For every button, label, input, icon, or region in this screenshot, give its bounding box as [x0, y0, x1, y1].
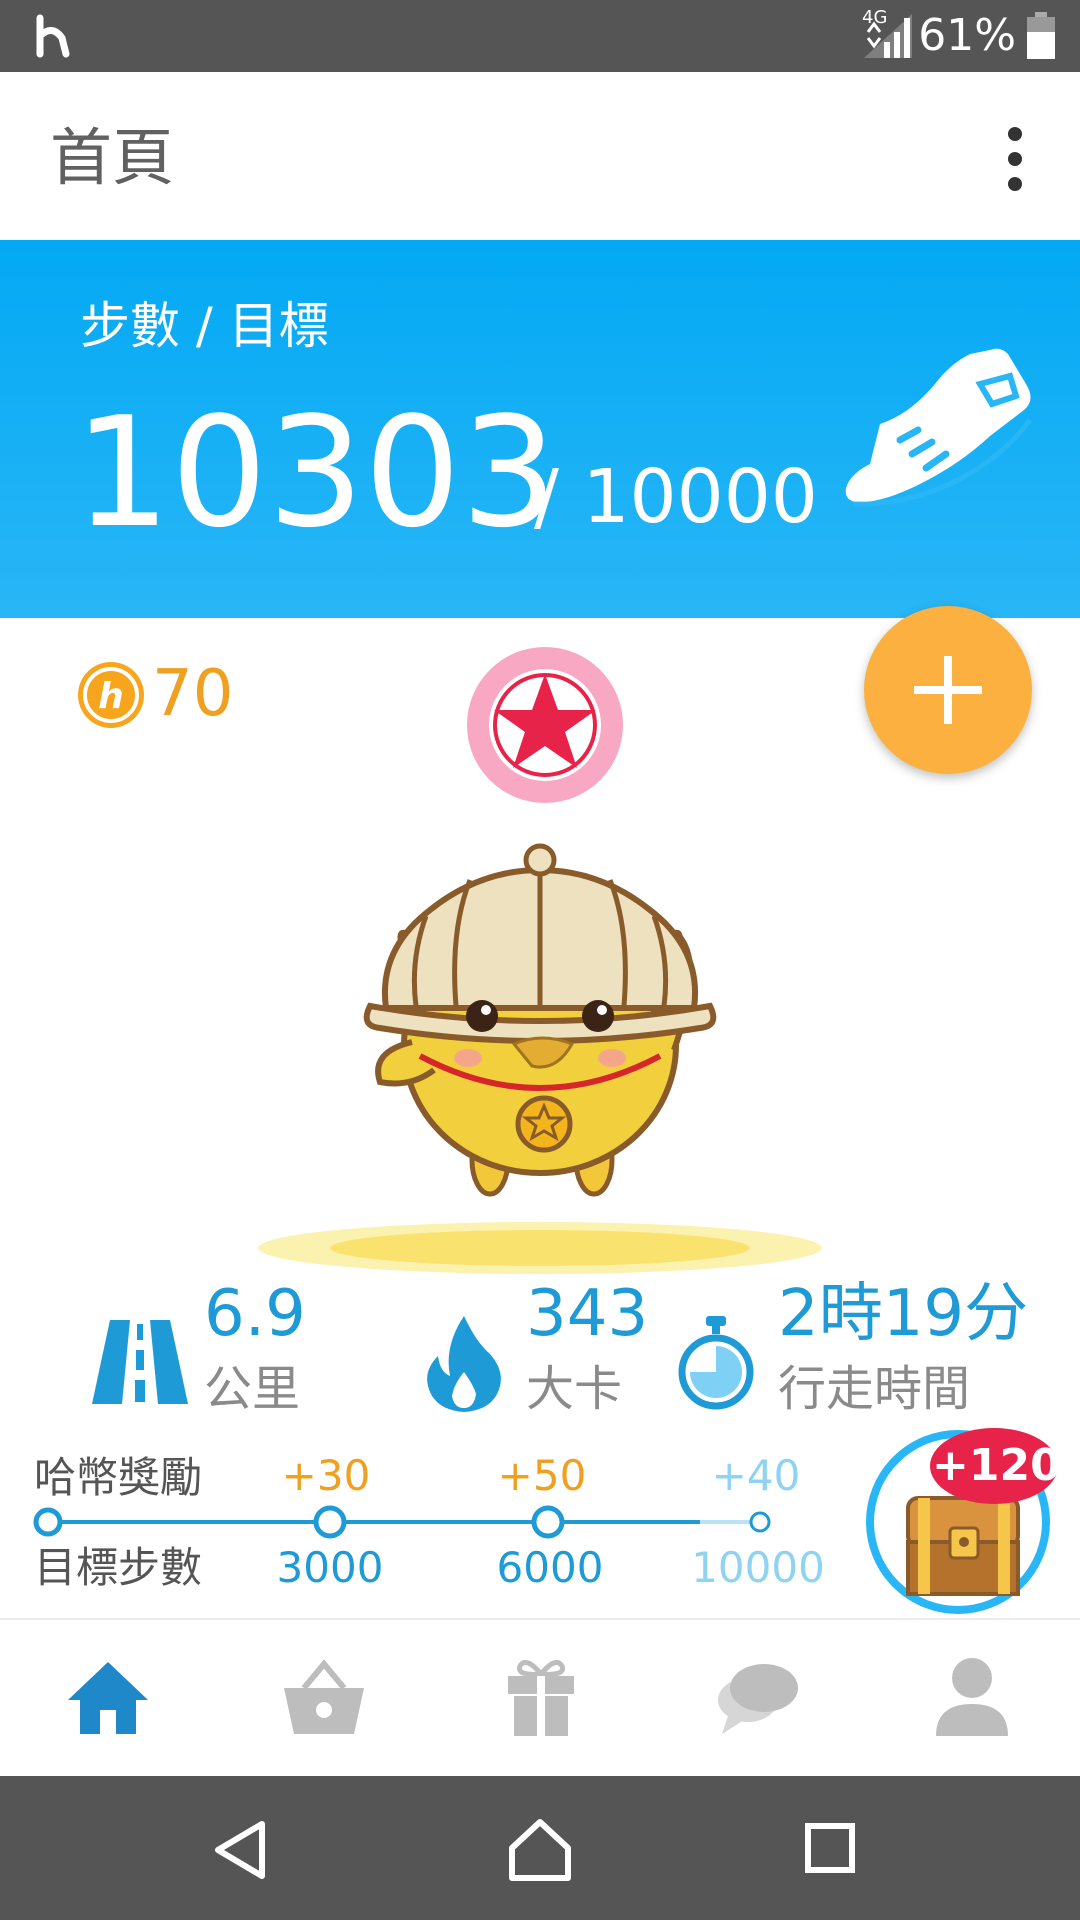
shopping-basket-icon[interactable] — [282, 1660, 366, 1736]
calories-value: 343 — [526, 1277, 649, 1351]
walking-time-label: 行走時間 — [778, 1361, 971, 1417]
app-bar: 首頁 — [0, 72, 1080, 240]
distance-value: 6.9 — [204, 1277, 306, 1351]
back-icon[interactable] — [212, 1820, 268, 1880]
recents-icon[interactable] — [804, 1822, 856, 1874]
steps-goal-label: 步數 / 目標 — [80, 297, 329, 355]
more-vert-icon[interactable] — [990, 124, 1040, 194]
calories-unit: 大卡 — [526, 1361, 623, 1417]
star-badge-icon[interactable] — [466, 646, 624, 804]
app-notification-icon — [36, 14, 70, 58]
milestone-steps: 6000 — [496, 1543, 604, 1592]
milestone-steps: 3000 — [276, 1543, 384, 1592]
steps-count: 10303 — [74, 384, 558, 561]
milestone-steps: 10000 — [691, 1543, 825, 1592]
home-icon[interactable] — [66, 1660, 150, 1736]
progress-track — [33, 1505, 771, 1539]
plus-icon — [914, 656, 982, 724]
milestone-reward: +50 — [497, 1451, 587, 1500]
gift-icon[interactable] — [506, 1656, 576, 1736]
home-system-icon[interactable] — [508, 1818, 572, 1882]
chat-icon[interactable] — [714, 1660, 800, 1736]
coin-reward-label: 哈幣獎勵 — [34, 1453, 203, 1502]
sneaker-icon — [845, 348, 1032, 507]
battery-icon — [1027, 12, 1055, 59]
steps-banner: 步數 / 目標 10303 / 10000 — [0, 240, 1080, 618]
mascot-character — [258, 843, 822, 1274]
road-icon — [92, 1320, 188, 1404]
signal-icon — [864, 14, 912, 58]
system-navigation-bar — [0, 1776, 1080, 1920]
flame-icon — [427, 1316, 501, 1412]
person-icon[interactable] — [936, 1656, 1008, 1736]
stopwatch-icon — [678, 1316, 754, 1410]
coin-balance: 70 — [152, 657, 234, 731]
walking-time-value: 2時19分 — [778, 1277, 1029, 1351]
add-button[interactable] — [864, 606, 1032, 774]
chest-reward-badge: +120 — [932, 1440, 1061, 1491]
bottom-navigation — [0, 1618, 1080, 1778]
milestone-reward: +30 — [281, 1451, 371, 1500]
status-bar: 4G 61% — [0, 0, 1080, 72]
svg-text:h: h — [98, 676, 124, 717]
target-steps-label: 目標步數 — [34, 1543, 203, 1592]
battery-level: 61% — [918, 10, 1016, 61]
coin-icon: h — [78, 662, 144, 728]
milestone-reward: +40 — [711, 1451, 801, 1500]
steps-goal: / 10000 — [534, 454, 818, 540]
page-title: 首頁 — [50, 121, 175, 194]
distance-unit: 公里 — [204, 1361, 301, 1417]
